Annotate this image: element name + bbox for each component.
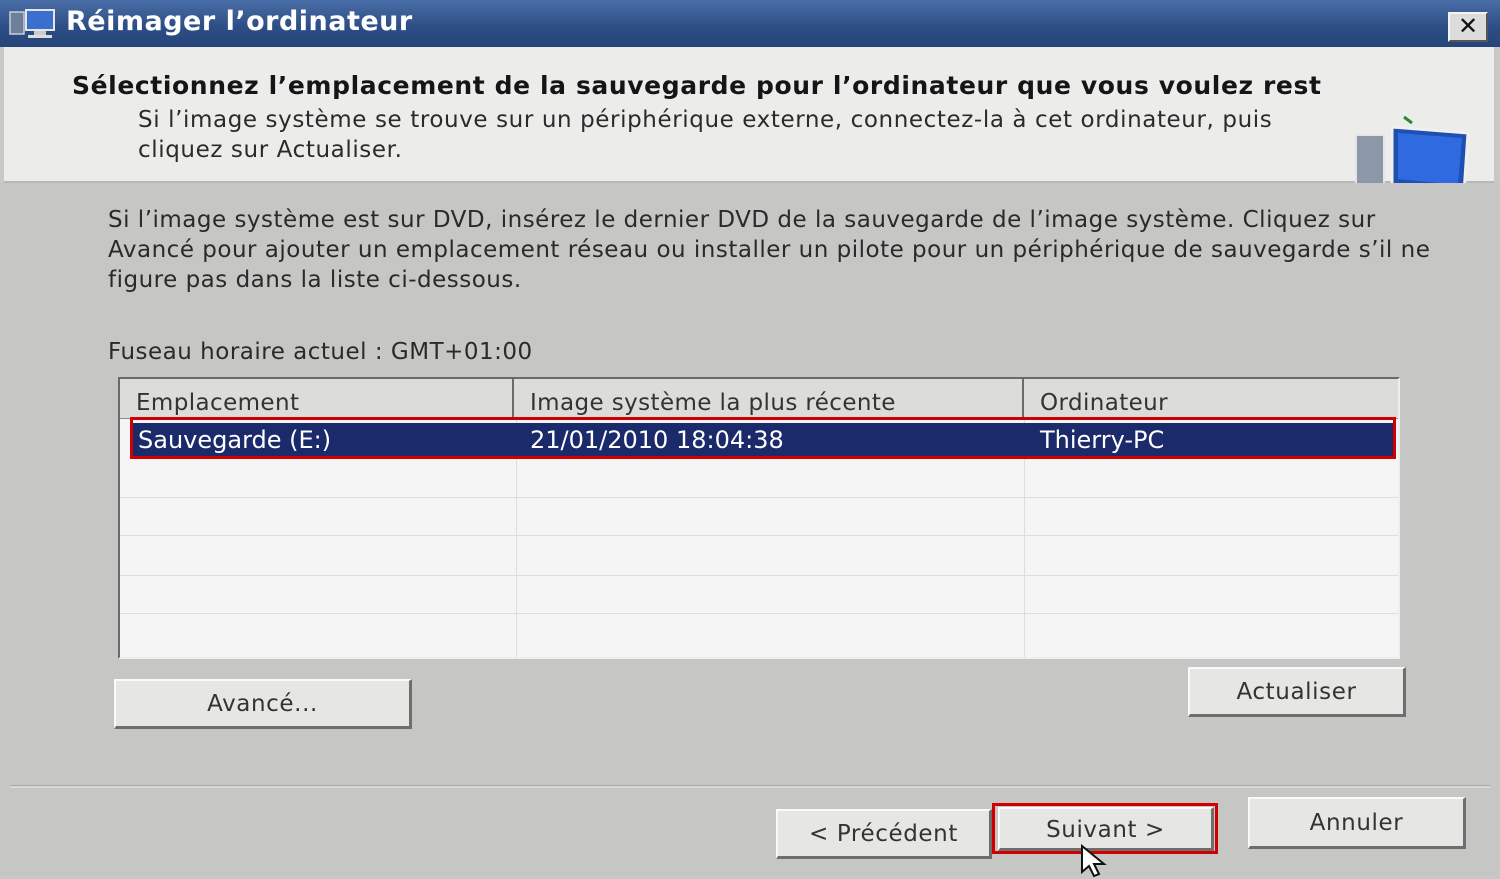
window-titlebar: Réimager l’ordinateur ✕ <box>0 0 1500 47</box>
footer-divider <box>10 785 1490 788</box>
page-heading: Sélectionnez l’emplacement de la sauvega… <box>72 71 1322 100</box>
row-highlight-annotation <box>130 417 1396 459</box>
close-button[interactable]: ✕ <box>1448 12 1488 42</box>
column-header-computer[interactable]: Ordinateur <box>1024 379 1398 419</box>
cancel-button[interactable]: Annuler <box>1248 797 1466 849</box>
header-subtext: Si l’image système se trouve sur un péri… <box>138 107 1273 163</box>
timezone-label: Fuseau horaire actuel : GMT+01:00 <box>108 339 533 365</box>
wizard-header: Sélectionnez l’emplacement de la sauvega… <box>4 47 1494 201</box>
instructions-text: Si l’image système est sur DVD, insérez … <box>108 207 1431 293</box>
column-header-location[interactable]: Emplacement <box>120 379 514 419</box>
mouse-cursor-icon <box>1081 844 1107 878</box>
app-icon <box>9 9 55 38</box>
column-header-date[interactable]: Image système la plus récente <box>514 379 1024 419</box>
grid-line <box>120 497 1398 498</box>
grid-line <box>120 613 1398 614</box>
previous-button[interactable]: < Précédent <box>776 809 992 859</box>
advanced-button[interactable]: Avancé... <box>114 679 412 729</box>
grid-line <box>120 535 1398 536</box>
wizard-content: Si l’image système est sur DVD, insérez … <box>0 183 1500 878</box>
grid-line <box>120 575 1398 576</box>
window-title: Réimager l’ordinateur <box>66 6 413 37</box>
table-header: Emplacement Image système la plus récent… <box>120 379 1398 419</box>
refresh-button[interactable]: Actualiser <box>1188 667 1406 717</box>
